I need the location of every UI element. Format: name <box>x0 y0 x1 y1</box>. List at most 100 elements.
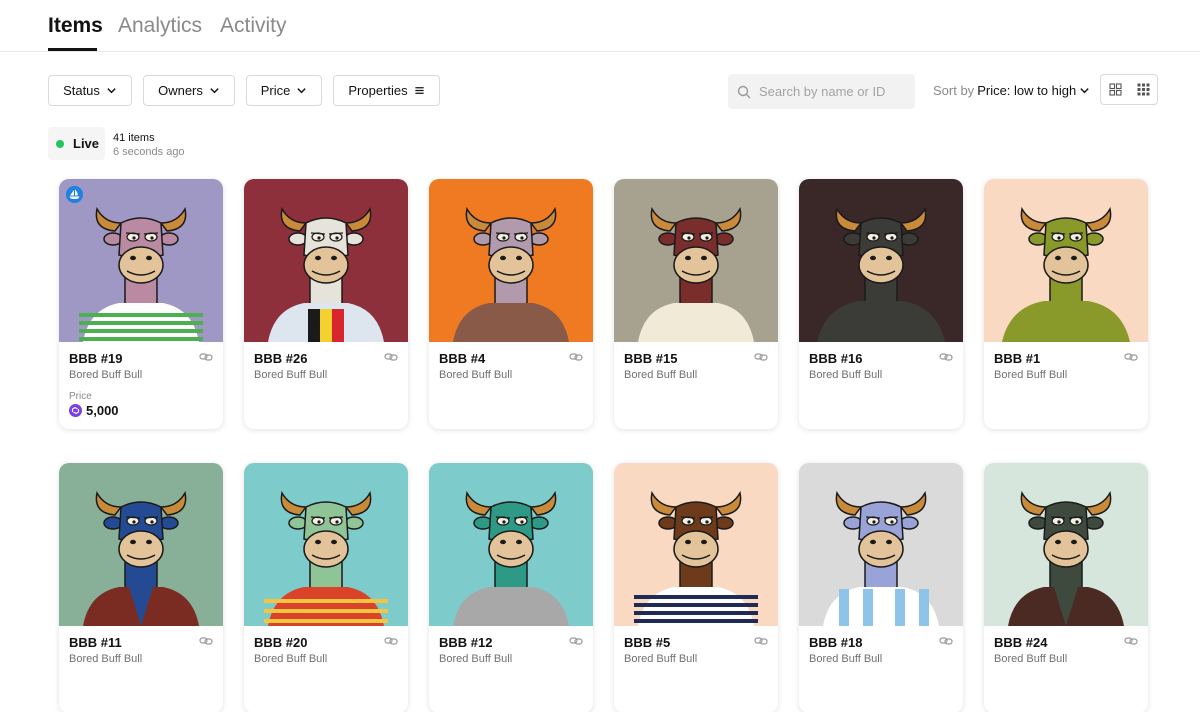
link-icon[interactable] <box>1124 636 1138 646</box>
status-filter-label: Status <box>63 83 100 98</box>
status-filter-button[interactable]: Status <box>48 75 132 106</box>
item-card[interactable]: BBB #4 Bored Buff Bull <box>429 179 593 429</box>
item-name: BBB #1 <box>994 351 1041 366</box>
sort-control[interactable]: Sort by Price: low to high <box>933 83 1090 98</box>
item-name: BBB #4 <box>439 351 486 366</box>
live-meta: 41 items 6 seconds ago <box>113 131 185 159</box>
item-name: BBB #15 <box>624 351 678 366</box>
item-card[interactable]: BBB #16 Bored Buff Bull <box>799 179 963 429</box>
owners-filter-label: Owners <box>158 83 203 98</box>
owners-filter-button[interactable]: Owners <box>143 75 235 106</box>
bull-portrait-image <box>244 463 408 626</box>
item-image[interactable] <box>429 179 593 342</box>
item-name: BBB #24 <box>994 635 1048 650</box>
bull-portrait-image <box>984 179 1148 342</box>
large-grid-icon <box>1108 83 1122 96</box>
link-icon[interactable] <box>754 636 768 646</box>
item-count: 41 items <box>113 132 155 144</box>
link-icon[interactable] <box>199 352 213 362</box>
price-label: Price <box>69 391 92 402</box>
item-name: BBB #12 <box>439 635 493 650</box>
item-card[interactable]: BBB #15 Bored Buff Bull <box>614 179 778 429</box>
price-filter-label: Price <box>260 83 291 98</box>
bull-portrait-image <box>244 179 408 342</box>
item-card[interactable]: BBB #19 Bored Buff Bull Price 5,000 <box>59 179 223 429</box>
chevron-down-icon <box>1080 88 1089 94</box>
item-name: BBB #19 <box>69 351 123 366</box>
search-input[interactable] <box>759 84 909 99</box>
item-image[interactable] <box>984 179 1148 342</box>
item-card[interactable]: BBB #20 Bored Buff Bull <box>244 463 408 712</box>
live-indicator: Live <box>48 127 105 160</box>
bull-portrait-image <box>614 179 778 342</box>
active-tab-underline <box>48 48 97 51</box>
item-collection: Bored Buff Bull <box>809 653 883 665</box>
link-icon[interactable] <box>569 352 583 362</box>
item-collection: Bored Buff Bull <box>69 653 143 665</box>
item-price: 5,000 <box>69 403 119 418</box>
item-card[interactable]: BBB #11 Bored Buff Bull <box>59 463 223 712</box>
item-image[interactable] <box>59 463 223 626</box>
chevron-down-icon <box>107 88 116 94</box>
link-icon[interactable] <box>754 352 768 362</box>
bull-portrait-image <box>59 179 223 342</box>
item-collection: Bored Buff Bull <box>69 369 143 381</box>
bull-portrait-image <box>429 463 593 626</box>
item-image[interactable] <box>984 463 1148 626</box>
item-image[interactable] <box>799 463 963 626</box>
bull-portrait-image <box>614 463 778 626</box>
bull-portrait-image <box>984 463 1148 626</box>
item-image[interactable] <box>244 179 408 342</box>
large-grid-view-button[interactable] <box>1101 75 1129 104</box>
tab-bar: Items Analytics Activity <box>0 0 1200 52</box>
item-collection: Bored Buff Bull <box>809 369 883 381</box>
tab-analytics[interactable]: Analytics <box>118 14 202 38</box>
item-collection: Bored Buff Bull <box>254 653 328 665</box>
bull-portrait-image <box>799 463 963 626</box>
item-collection: Bored Buff Bull <box>994 653 1068 665</box>
item-image[interactable] <box>799 179 963 342</box>
item-card[interactable]: BBB #24 Bored Buff Bull <box>984 463 1148 712</box>
bull-portrait-image <box>429 179 593 342</box>
item-image[interactable] <box>429 463 593 626</box>
link-icon[interactable] <box>939 636 953 646</box>
item-card[interactable]: BBB #12 Bored Buff Bull <box>429 463 593 712</box>
price-filter-button[interactable]: Price <box>246 75 322 106</box>
item-collection: Bored Buff Bull <box>624 653 698 665</box>
item-card[interactable]: BBB #1 Bored Buff Bull <box>984 179 1148 429</box>
properties-filter-label: Properties <box>348 83 408 98</box>
menu-lines-icon <box>415 87 424 94</box>
item-name: BBB #18 <box>809 635 863 650</box>
search-icon <box>737 85 751 98</box>
item-image[interactable] <box>614 179 778 342</box>
link-icon[interactable] <box>939 352 953 362</box>
link-icon[interactable] <box>569 636 583 646</box>
item-price-value: 5,000 <box>86 403 119 418</box>
bull-portrait-image <box>799 179 963 342</box>
link-icon[interactable] <box>384 352 398 362</box>
item-name: BBB #11 <box>69 635 122 650</box>
search-box <box>728 74 915 109</box>
small-grid-icon <box>1137 83 1149 96</box>
item-name: BBB #5 <box>624 635 671 650</box>
bull-portrait-image <box>59 463 223 626</box>
link-icon[interactable] <box>384 636 398 646</box>
tab-items[interactable]: Items <box>48 14 103 38</box>
matic-coin-icon <box>69 404 82 417</box>
small-grid-view-button[interactable] <box>1129 75 1157 104</box>
tab-activity[interactable]: Activity <box>220 14 287 38</box>
link-icon[interactable] <box>199 636 213 646</box>
item-collection: Bored Buff Bull <box>439 653 513 665</box>
item-card[interactable]: BBB #26 Bored Buff Bull <box>244 179 408 429</box>
item-image[interactable] <box>614 463 778 626</box>
properties-filter-button[interactable]: Properties <box>333 75 440 106</box>
item-image[interactable] <box>244 463 408 626</box>
view-toggle <box>1100 74 1158 105</box>
item-collection: Bored Buff Bull <box>624 369 698 381</box>
item-image[interactable] <box>59 179 223 342</box>
live-label: Live <box>73 136 100 151</box>
link-icon[interactable] <box>1124 352 1138 362</box>
sort-value[interactable]: Price: low to high <box>977 83 1076 98</box>
item-card[interactable]: BBB #18 Bored Buff Bull <box>799 463 963 712</box>
item-card[interactable]: BBB #5 Bored Buff Bull <box>614 463 778 712</box>
